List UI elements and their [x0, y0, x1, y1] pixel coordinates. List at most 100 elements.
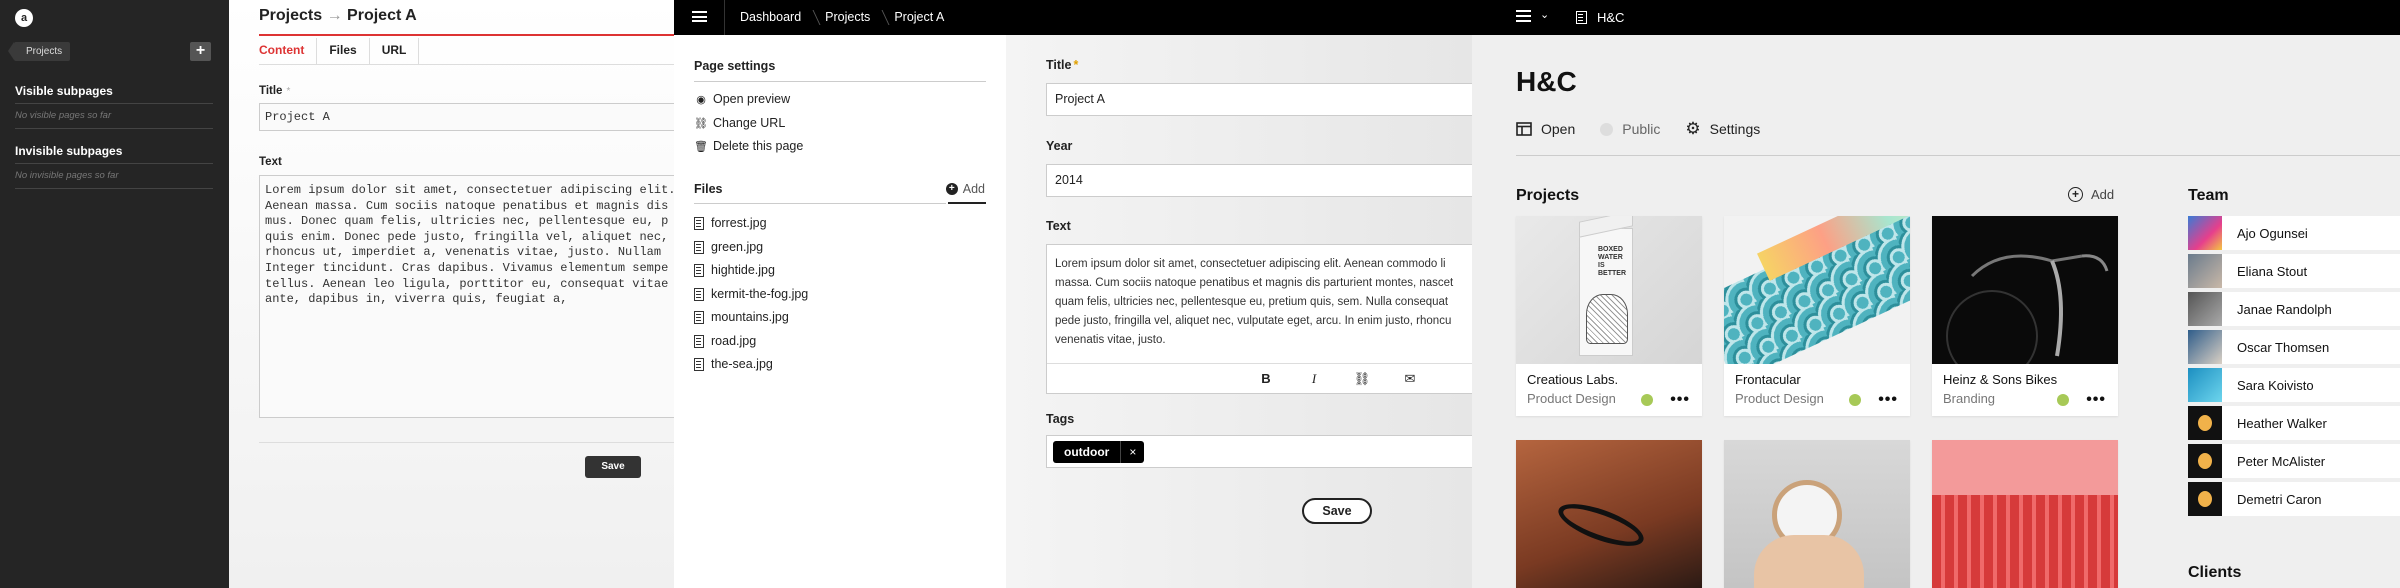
- bike-illustration: [1946, 254, 2109, 364]
- change-url-action[interactable]: ⛓ Change URL: [694, 116, 785, 130]
- bold-button[interactable]: B: [1242, 364, 1290, 393]
- page-settings-heading: Page settings: [694, 59, 776, 73]
- breadcrumb-project-a[interactable]: Project A: [894, 0, 968, 35]
- delete-page-action[interactable]: 🗑 Delete this page: [694, 139, 803, 153]
- team-member[interactable]: Eliana Stout: [2188, 254, 2400, 288]
- team-member[interactable]: Peter McAlister: [2188, 444, 2400, 478]
- form-area: Title * Project A Year 2014 Text Lorem ip…: [1006, 35, 1472, 588]
- arrow-icon: →: [326, 7, 343, 24]
- menu-icon[interactable]: [692, 11, 707, 22]
- add-page-button[interactable]: +: [190, 42, 211, 61]
- add-project-button[interactable]: + Add: [2068, 187, 2114, 202]
- page-icon: [1576, 11, 1587, 24]
- team-member[interactable]: Heather Walker: [2188, 406, 2400, 440]
- breadcrumb-projects[interactable]: Projects: [825, 0, 894, 35]
- classic-editor-pane: Projects → Project A Content Files URL T…: [229, 0, 674, 588]
- team-member[interactable]: Janae Randolph: [2188, 292, 2400, 326]
- site-link[interactable]: H&C: [1576, 0, 1624, 35]
- logo-icon[interactable]: a: [15, 9, 33, 27]
- member-name: Heather Walker: [2237, 415, 2327, 431]
- save-button[interactable]: Save: [1302, 498, 1372, 524]
- avatar: [2188, 368, 2222, 402]
- file-item[interactable]: kermit-the-fog.jpg: [694, 287, 808, 301]
- divider: [15, 163, 213, 164]
- title-label: Title *: [1046, 58, 1078, 72]
- open-option[interactable]: Open: [1516, 121, 1575, 137]
- required-marker: *: [286, 86, 291, 97]
- tab-files[interactable]: Files: [317, 38, 370, 64]
- project-category: Product Design: [1735, 391, 1824, 406]
- title-parent-link[interactable]: Projects: [259, 7, 322, 24]
- modern-panel-pane: ⌄ H&C H&C Open Public ⚙ Settings Project…: [1472, 0, 2400, 588]
- file-item[interactable]: forrest.jpg: [694, 216, 767, 230]
- team-member[interactable]: Ajo Ogunsei: [2188, 216, 2400, 250]
- project-thumbnail: [1724, 216, 1910, 364]
- status-dot-icon: [1641, 394, 1653, 406]
- file-icon: [694, 240, 704, 254]
- year-field[interactable]: 2014: [1046, 164, 1472, 197]
- avatar: [2188, 216, 2222, 250]
- save-button[interactable]: Save: [585, 456, 641, 478]
- divider: [694, 81, 986, 82]
- project-card[interactable]: Heinz & Sons Bikes Branding •••: [1932, 216, 2118, 416]
- file-item[interactable]: road.jpg: [694, 334, 756, 348]
- member-name: Peter McAlister: [2237, 453, 2326, 469]
- tab-bar: Content Files URL: [259, 38, 674, 65]
- title-underline: [259, 34, 674, 36]
- project-name: Frontacular: [1735, 372, 1801, 387]
- tags-field[interactable]: outdoor ×: [1046, 435, 1472, 468]
- status-dot-icon: [1600, 122, 1614, 136]
- project-card[interactable]: [1516, 440, 1702, 588]
- add-underline: [948, 202, 986, 204]
- member-name: Demetri Caron: [2237, 491, 2322, 507]
- more-options-icon[interactable]: •••: [1670, 391, 1690, 409]
- tab-content[interactable]: Content: [259, 38, 318, 64]
- chevron-down-icon[interactable]: ⌄: [1540, 8, 1549, 21]
- more-options-icon[interactable]: •••: [1878, 391, 1898, 409]
- divider: [15, 103, 213, 104]
- link-button[interactable]: ⛓: [1338, 364, 1386, 393]
- invisible-subpages-empty: No invisible pages so far: [15, 170, 119, 181]
- project-card[interactable]: Frontacular Product Design •••: [1724, 216, 1910, 416]
- settings-option[interactable]: ⚙ Settings: [1685, 120, 1760, 137]
- avatar: [2188, 444, 2222, 478]
- italic-button[interactable]: I: [1290, 364, 1338, 393]
- breadcrumb: Dashboard Projects Project A: [740, 0, 968, 35]
- file-item[interactable]: mountains.jpg: [694, 310, 789, 324]
- more-options-icon[interactable]: •••: [2086, 391, 2106, 409]
- title-label: Title *: [259, 85, 290, 97]
- text-area[interactable]: Lorem ipsum dolor sit amet, consectetuer…: [259, 175, 674, 418]
- breadcrumb-dashboard[interactable]: Dashboard: [740, 0, 825, 35]
- project-card[interactable]: [1932, 440, 2118, 588]
- email-icon: ✉: [1404, 371, 1416, 386]
- remove-tag-icon[interactable]: ×: [1120, 441, 1144, 463]
- title-field[interactable]: Project A: [259, 103, 674, 131]
- text-editor[interactable]: Lorem ipsum dolor sit amet, consectetuer…: [1046, 244, 1472, 394]
- clients-heading: Clients: [2188, 564, 2242, 581]
- team-member[interactable]: Oscar Thomsen: [2188, 330, 2400, 364]
- tab-url[interactable]: URL: [370, 38, 420, 64]
- file-item[interactable]: hightide.jpg: [694, 263, 775, 277]
- title-field[interactable]: Project A: [1046, 83, 1472, 116]
- team-member[interactable]: Sara Koivisto: [2188, 368, 2400, 402]
- status-option[interactable]: Public: [1600, 121, 1660, 137]
- file-item[interactable]: the-sea.jpg: [694, 357, 773, 371]
- required-marker: *: [1073, 58, 1079, 72]
- open-preview-action[interactable]: ◉ Open preview: [694, 92, 790, 106]
- tag-chip[interactable]: outdoor ×: [1053, 441, 1145, 463]
- add-file-button[interactable]: + Add: [945, 182, 985, 196]
- menu-icon[interactable]: [1516, 10, 1531, 22]
- file-icon: [694, 263, 704, 277]
- project-thumbnail: BOXED WATER IS BETTER: [1516, 216, 1702, 364]
- text-editor-content[interactable]: Lorem ipsum dolor sit amet, consectetuer…: [1047, 245, 1472, 360]
- breadcrumb-projects[interactable]: Projects: [7, 42, 71, 61]
- project-card[interactable]: [1724, 440, 1910, 588]
- file-item[interactable]: green.jpg: [694, 240, 763, 254]
- invisible-subpages-heading: Invisible subpages: [15, 144, 123, 158]
- email-button[interactable]: ✉: [1386, 364, 1434, 393]
- avatar: [2188, 482, 2222, 516]
- divider: [694, 203, 946, 204]
- file-name: green.jpg: [711, 240, 764, 254]
- project-card[interactable]: BOXED WATER IS BETTER Creatious Labs. Produ…: [1516, 216, 1702, 416]
- team-member[interactable]: Demetri Caron: [2188, 482, 2400, 516]
